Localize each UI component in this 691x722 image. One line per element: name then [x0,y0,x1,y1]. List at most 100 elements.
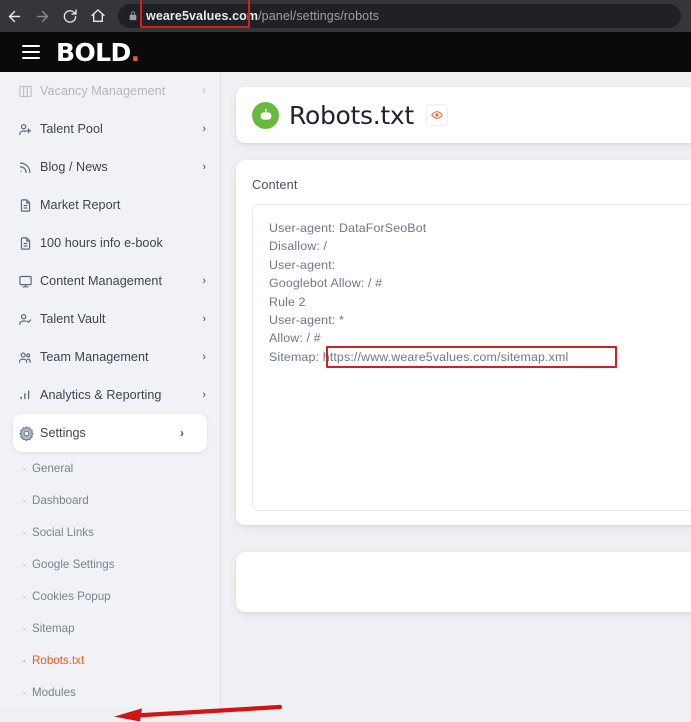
person-check-icon [18,312,40,327]
sidebar-item-label: Talent Vault [40,312,106,326]
bullet-icon: · [22,684,27,700]
chevron-right-icon: › [180,426,184,440]
gear-icon [18,425,40,442]
main-content: Robots.txt Content User-agent: DataForSe… [221,72,691,708]
sidebar-subitem-google-settings[interactable]: · Google Settings [0,548,220,580]
eye-icon [431,111,443,119]
document-icon [18,198,40,213]
chevron-right-icon: › [202,160,206,173]
sidebar-item-content-management[interactable]: Content Management › [0,262,220,300]
sidebar-subitem-label: General [32,461,74,475]
page-title: Robots.txt [289,100,414,130]
robots-line: User-agent: DataForSeoBot [269,221,427,235]
sidebar-subitem-label: Dashboard [32,493,89,507]
sidebar-subitem-label: Sitemap [32,621,75,635]
sidebar-subitem-sitemap[interactable]: · Sitemap [0,612,220,644]
sidebar-item-label: Content Management [40,274,163,288]
monitor-icon [18,274,40,289]
sidebar-item-team-management[interactable]: Team Management › [0,338,220,376]
chevron-right-icon: › [202,350,206,363]
brand-dot: . [130,37,141,67]
back-button[interactable] [0,2,28,30]
sitemap-prefix: Sitemap: [269,349,323,364]
bullet-icon: · [22,588,27,604]
sidebar-item-label: Settings [40,426,86,440]
robots-line: Disallow: / [269,239,328,254]
chevron-right-icon: › [202,312,206,325]
robots-txt-textarea[interactable]: User-agent: DataForSeoBot Disallow: / Us… [252,204,691,511]
grid-columns-icon [18,84,40,99]
sidebar-item-label: Team Management [40,350,149,364]
sidebar-item-label: Analytics & Reporting [40,388,162,402]
sidebar-subitem-modules[interactable]: · Modules [0,676,220,708]
reload-button[interactable] [56,2,84,30]
person-plus-icon [18,122,40,137]
sidebar-subitem-robots-txt[interactable]: · Robots.txt [0,644,220,676]
sidebar-subitem-label: Google Settings [32,557,115,571]
bullet-icon: · [22,652,27,668]
people-icon [18,350,40,365]
brand-name: BOLD [56,37,131,67]
chevron-right-icon: › [202,122,206,135]
content-label: Content [252,177,298,192]
bullet-icon: · [22,460,27,476]
lock-icon [128,11,138,21]
bar-chart-icon [18,388,40,403]
brand-logo[interactable]: BOLD. [56,38,140,67]
robots-sitemap-line: Sitemap: https://www.weare5values.com/si… [269,345,617,368]
sidebar-subitem-general[interactable]: · General [0,452,220,484]
sidebar-subitem-social-links[interactable]: · Social Links [0,516,220,548]
sidebar-item-label: Market Report [40,198,121,212]
sidebar-item-vacancy-management[interactable]: Vacancy Management › [0,72,220,110]
sidebar-item-blog-news[interactable]: Blog / News › [0,148,220,186]
sidebar-item-talent-pool[interactable]: Talent Pool › [0,110,220,148]
robots-line: User-agent: * [269,313,344,328]
robots-content-card: Content User-agent: DataForSeoBot Disall… [236,160,691,525]
url-text: weare5values.com/panel/settings/robots [146,9,379,23]
sidebar-item-label: 100 hours info e-book [40,236,163,250]
sidebar-item-label: Blog / News [40,160,108,174]
preview-button[interactable] [425,104,448,126]
home-icon [91,9,105,22]
robots-line: Rule 2 [269,294,306,309]
bullet-icon: · [22,492,27,508]
sidebar-subitem-cookies-popup[interactable]: · Cookies Popup [0,580,220,612]
bullet-icon: · [22,556,27,572]
sitemap-url: https://www.weare5values.com/sitemap.xml [322,349,569,364]
sidebar-subitem-label: Modules [32,685,76,699]
robot-icon [252,101,279,129]
app-body: Vacancy Management › Talent Pool › Blog … [0,72,691,722]
robots-line: Googlebot Allow: / # [269,276,383,291]
chevron-right-icon: › [202,84,206,97]
bottom-card [236,552,691,612]
url-domain: weare5values.com [146,9,259,23]
address-bar[interactable]: weare5values.com/panel/settings/robots [118,0,681,28]
document-icon [18,236,40,251]
rss-icon [18,160,40,175]
home-button[interactable] [84,2,112,30]
sidebar-item-label: Talent Pool [40,122,103,136]
bullet-icon: · [22,524,27,540]
sidebar-subitem-label: Social Links [32,525,94,539]
sidebar-subitem-dashboard[interactable]: · Dashboard [0,484,220,516]
chevron-right-icon: › [202,274,206,287]
page-title-card: Robots.txt [236,87,691,143]
sidebar-item-100-hours-info-ebook[interactable]: 100 hours info e-book [0,224,220,262]
bullet-icon: · [22,620,27,636]
forward-button[interactable] [28,2,56,30]
sidebar-item-settings[interactable]: Settings › [13,414,207,452]
browser-toolbar: weare5values.com/panel/settings/robots [0,0,691,32]
sidebar-subitem-label: Cookies Popup [32,589,111,603]
chevron-right-icon: › [202,388,206,401]
sidebar-item-market-report[interactable]: Market Report [0,186,220,224]
robots-line: User-agent: [269,257,336,272]
reload-icon [63,9,77,23]
sidebar: Vacancy Management › Talent Pool › Blog … [0,72,221,708]
sidebar-item-analytics-reporting[interactable]: Analytics & Reporting › [0,376,220,414]
url-path: /panel/settings/robots [258,9,380,23]
sidebar-item-label: Vacancy Management [40,84,166,98]
sidebar-item-talent-vault[interactable]: Talent Vault › [0,300,220,338]
hamburger-menu-icon[interactable] [22,41,40,63]
robots-line: Allow: / # [269,331,321,346]
app-header: BOLD. [0,32,691,72]
